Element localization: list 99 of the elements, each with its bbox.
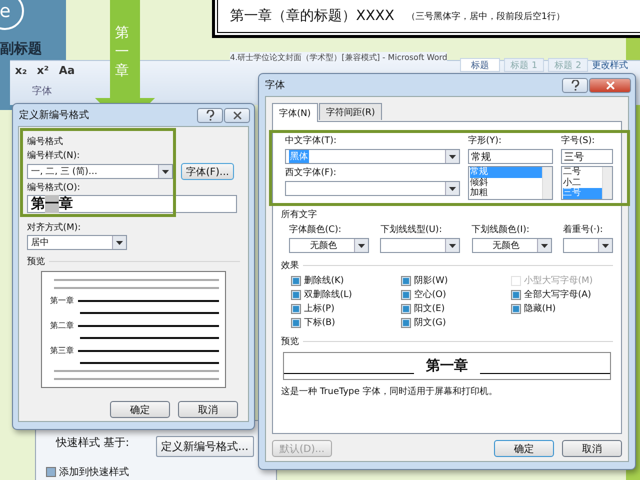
checkbox[interactable]	[511, 290, 521, 300]
font-button[interactable]: 字体(F)...	[181, 163, 234, 180]
circle-badge: e	[0, 0, 24, 30]
dropdown-arrow-icon	[449, 154, 456, 158]
checkbox[interactable]	[291, 318, 301, 328]
preview-chapter-text: 第二章	[50, 320, 74, 331]
change-styles-button[interactable]: 更改样式	[592, 58, 628, 72]
checkbox-label: 阴影(W)	[414, 274, 448, 287]
numbering-style-dropdown[interactable]: 一, 二, 三 (简)…	[27, 164, 173, 179]
font-color-dropdown[interactable]: 无颜色	[289, 238, 369, 253]
help-button[interactable]	[562, 78, 588, 92]
checkbox-label: 删除线(K)	[304, 274, 344, 287]
western-font-dropdown[interactable]	[285, 181, 460, 196]
checkbox[interactable]	[401, 290, 411, 300]
field-label: 西文字体(F):	[285, 166, 338, 179]
section-label: 效果	[281, 260, 299, 272]
ok-button[interactable]: 确定	[110, 401, 170, 418]
numbering-format-field[interactable]: 第一章	[27, 195, 237, 213]
font-style-field[interactable]: 常规	[468, 149, 553, 164]
sample-note: （三号黑体字，居中，段前段后空1行）	[406, 10, 566, 22]
dialog-title: 定义新编号格式	[19, 108, 89, 122]
checkbox-label: 隐藏(H)	[524, 302, 556, 315]
list-option[interactable]: 加粗	[470, 188, 542, 198]
preview-chapter-text: 第三章	[50, 345, 74, 356]
cancel-button[interactable]: 取消	[178, 401, 238, 418]
checkbox-label: 小型大写字母(M)	[524, 274, 593, 287]
field-label: 着重号(·):	[562, 224, 604, 236]
close-button[interactable]	[224, 108, 250, 122]
underline-color-dropdown[interactable]: 无颜色	[472, 238, 552, 253]
window-title: 4.研士学位论文封面（学术型）[兼容模式] - Microsoft Word	[230, 52, 448, 63]
scrollbar[interactable]	[602, 167, 612, 199]
field-label: 字形(Y):	[468, 134, 503, 147]
arrow-label: 第一章	[115, 24, 129, 81]
field-label: 编号格式(O):	[27, 182, 82, 194]
font-size-field[interactable]: 三号	[561, 149, 613, 164]
field-label: 下划线线型(U):	[380, 224, 443, 236]
group-label: 字体	[32, 86, 52, 97]
sample-heading: 第一章（章的标题）XXXX	[230, 7, 394, 25]
help-button[interactable]	[197, 108, 223, 122]
format-button[interactable]: Aa	[56, 63, 78, 78]
list-option[interactable]: 倾斜	[470, 178, 542, 188]
checkbox[interactable]	[401, 318, 411, 328]
list-option[interactable]: 二号	[563, 167, 602, 178]
dropdown-arrow-icon	[358, 244, 365, 248]
emphasis-mark-dropdown[interactable]	[562, 238, 613, 253]
field-label: 字体颜色(C):	[289, 224, 342, 236]
field-label: 字号(S):	[561, 134, 596, 147]
tab[interactable]: 字符间距(R)	[318, 103, 382, 120]
underline-style-dropdown[interactable]	[380, 238, 460, 253]
alignment-dropdown[interactable]: 居中	[27, 235, 127, 250]
ok-button[interactable]: 确定	[494, 440, 554, 457]
checkbox[interactable]	[511, 304, 521, 314]
cancel-button[interactable]: 取消	[562, 440, 622, 457]
checkbox-label: 双删除线(L)	[304, 288, 352, 301]
checkbox-label: 阳文(E)	[414, 302, 445, 315]
dropdown-arrow-icon	[162, 170, 169, 174]
group-label: 编号格式	[27, 136, 64, 148]
scrollbar[interactable]	[542, 167, 552, 199]
checkbox[interactable]	[401, 304, 411, 314]
checkbox[interactable]	[291, 304, 301, 314]
dropdown-arrow-icon	[116, 240, 123, 244]
dropdown-arrow-icon	[449, 186, 456, 190]
style-gallery-item[interactable]: 标题	[460, 58, 500, 72]
tab[interactable]: 字体(N)	[272, 103, 318, 122]
preview-text: 第一章	[426, 357, 468, 375]
checkbox-label: 全部大写字母(A)	[524, 288, 592, 301]
checkbox[interactable]	[46, 467, 56, 477]
checkbox-label: 阴文(G)	[414, 316, 446, 329]
close-icon	[232, 110, 242, 120]
checkbox[interactable]	[291, 290, 301, 300]
dialog-title: 字体	[265, 78, 285, 92]
section-label: 预览	[281, 336, 299, 348]
format-button[interactable]: x₂	[12, 63, 30, 78]
group-label: 所有文字	[281, 208, 318, 221]
dropdown-arrow-icon	[449, 244, 456, 248]
checkbox-label: 添加到快速样式	[59, 466, 129, 479]
close-button[interactable]	[589, 78, 631, 92]
list-option[interactable]: 小二	[563, 178, 602, 188]
checkbox-label: 空心(O)	[414, 288, 446, 301]
checkbox-label: 下标(B)	[304, 316, 336, 329]
quick-style-label: 快速样式 基于:	[56, 435, 130, 450]
subtitle-text: 副标题	[0, 40, 42, 58]
dropdown-arrow-icon	[540, 244, 548, 248]
field-label: 编号样式(N):	[27, 150, 81, 162]
preview-chapter-text: 第一章	[50, 295, 74, 306]
help-icon	[206, 110, 214, 120]
close-icon	[606, 80, 614, 90]
format-button[interactable]: x²	[34, 63, 52, 78]
dropdown-arrow-icon	[602, 244, 609, 248]
field-label: 对齐方式(M):	[27, 222, 82, 234]
field-label: 中文字体(T):	[285, 134, 338, 147]
help-icon	[570, 80, 580, 90]
checkbox[interactable]	[291, 276, 301, 286]
field-label: 下划线颜色(I):	[472, 224, 530, 236]
info-text: 这是一种 TrueType 字体，同时适用于屏幕和打印机。	[281, 386, 499, 398]
checkbox-label: 上标(P)	[304, 302, 334, 315]
define-format-button[interactable]: 定义新编号格式...	[156, 436, 254, 457]
section-label: 预览	[27, 256, 45, 268]
checkbox[interactable]	[401, 276, 411, 286]
